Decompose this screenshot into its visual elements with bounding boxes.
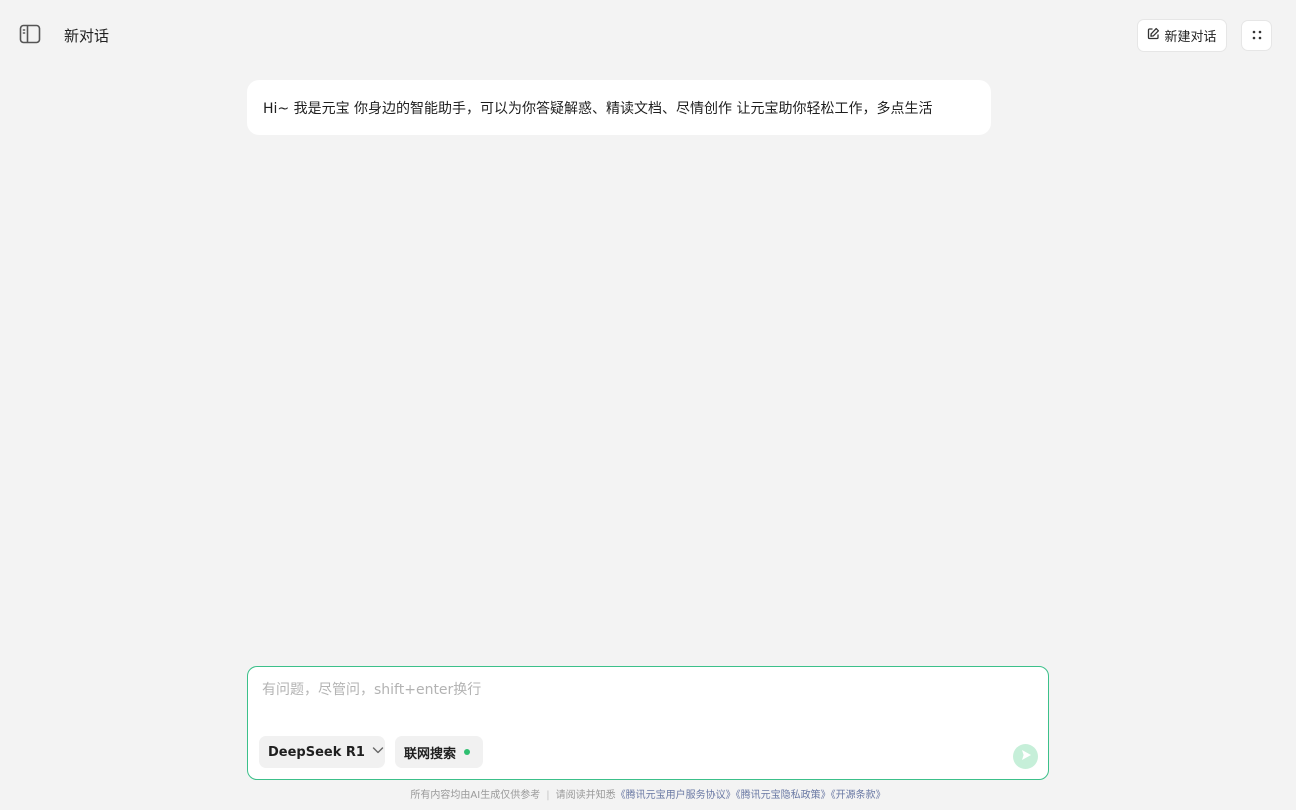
- send-button[interactable]: [1013, 744, 1038, 769]
- edit-icon: [1147, 27, 1160, 44]
- search-enabled-indicator: [464, 749, 471, 755]
- web-search-label: 联网搜索: [404, 746, 457, 762]
- new-chat-label: 新建对话: [1164, 30, 1217, 45]
- conversation-title: 新对话: [64, 27, 110, 45]
- sidebar-panel-icon: [19, 24, 41, 48]
- chevron-down-icon: [371, 743, 385, 761]
- new-chat-button[interactable]: 新建对话: [1137, 19, 1227, 52]
- send-icon: [1019, 747, 1033, 766]
- model-selector[interactable]: DeepSeek R1: [259, 736, 385, 768]
- sidebar-toggle-button[interactable]: [16, 22, 44, 50]
- assistant-greeting-bubble: Hi~ 我是元宝 你身边的智能助手，可以为你答疑解惑、精读文档、尽情创作 让元宝…: [247, 80, 991, 135]
- greeting-text: Hi~ 我是元宝 你身边的智能助手，可以为你答疑解惑、精读文档、尽情创作 让元宝…: [263, 100, 933, 117]
- ai-disclaimer-text: 所有内容均由AI生成仅供参考: [410, 790, 541, 801]
- footer-separator: |: [546, 790, 550, 801]
- open-source-terms-link[interactable]: 《开源条款》: [831, 790, 886, 801]
- web-search-toggle[interactable]: 联网搜索: [395, 736, 483, 768]
- top-bar: 新对话 新建对话: [0, 0, 1296, 72]
- footer-disclaimer: 所有内容均由AI生成仅供参考 | 请阅读并知悉《腾讯元宝用户服务协议》《腾讯元宝隐私…: [0, 788, 1296, 804]
- dots-grid-icon: [1251, 26, 1263, 45]
- more-options-button[interactable]: [1241, 20, 1272, 51]
- yuanbao-app: 新对话 新建对话 Hi~ 我是元宝 你身边的智能助手，可以为你答疑解惑、精读文档…: [0, 0, 1296, 810]
- notice-text: 请阅读并知悉: [555, 790, 616, 801]
- model-selector-label: DeepSeek R1: [268, 744, 365, 760]
- privacy-policy-link[interactable]: 《腾讯元宝隐私政策》: [736, 790, 831, 801]
- terms-of-service-link[interactable]: 《腾讯元宝用户服务协议》: [616, 790, 736, 801]
- message-composer: DeepSeek R1 联网搜索: [247, 666, 1049, 780]
- message-input[interactable]: [262, 677, 1032, 703]
